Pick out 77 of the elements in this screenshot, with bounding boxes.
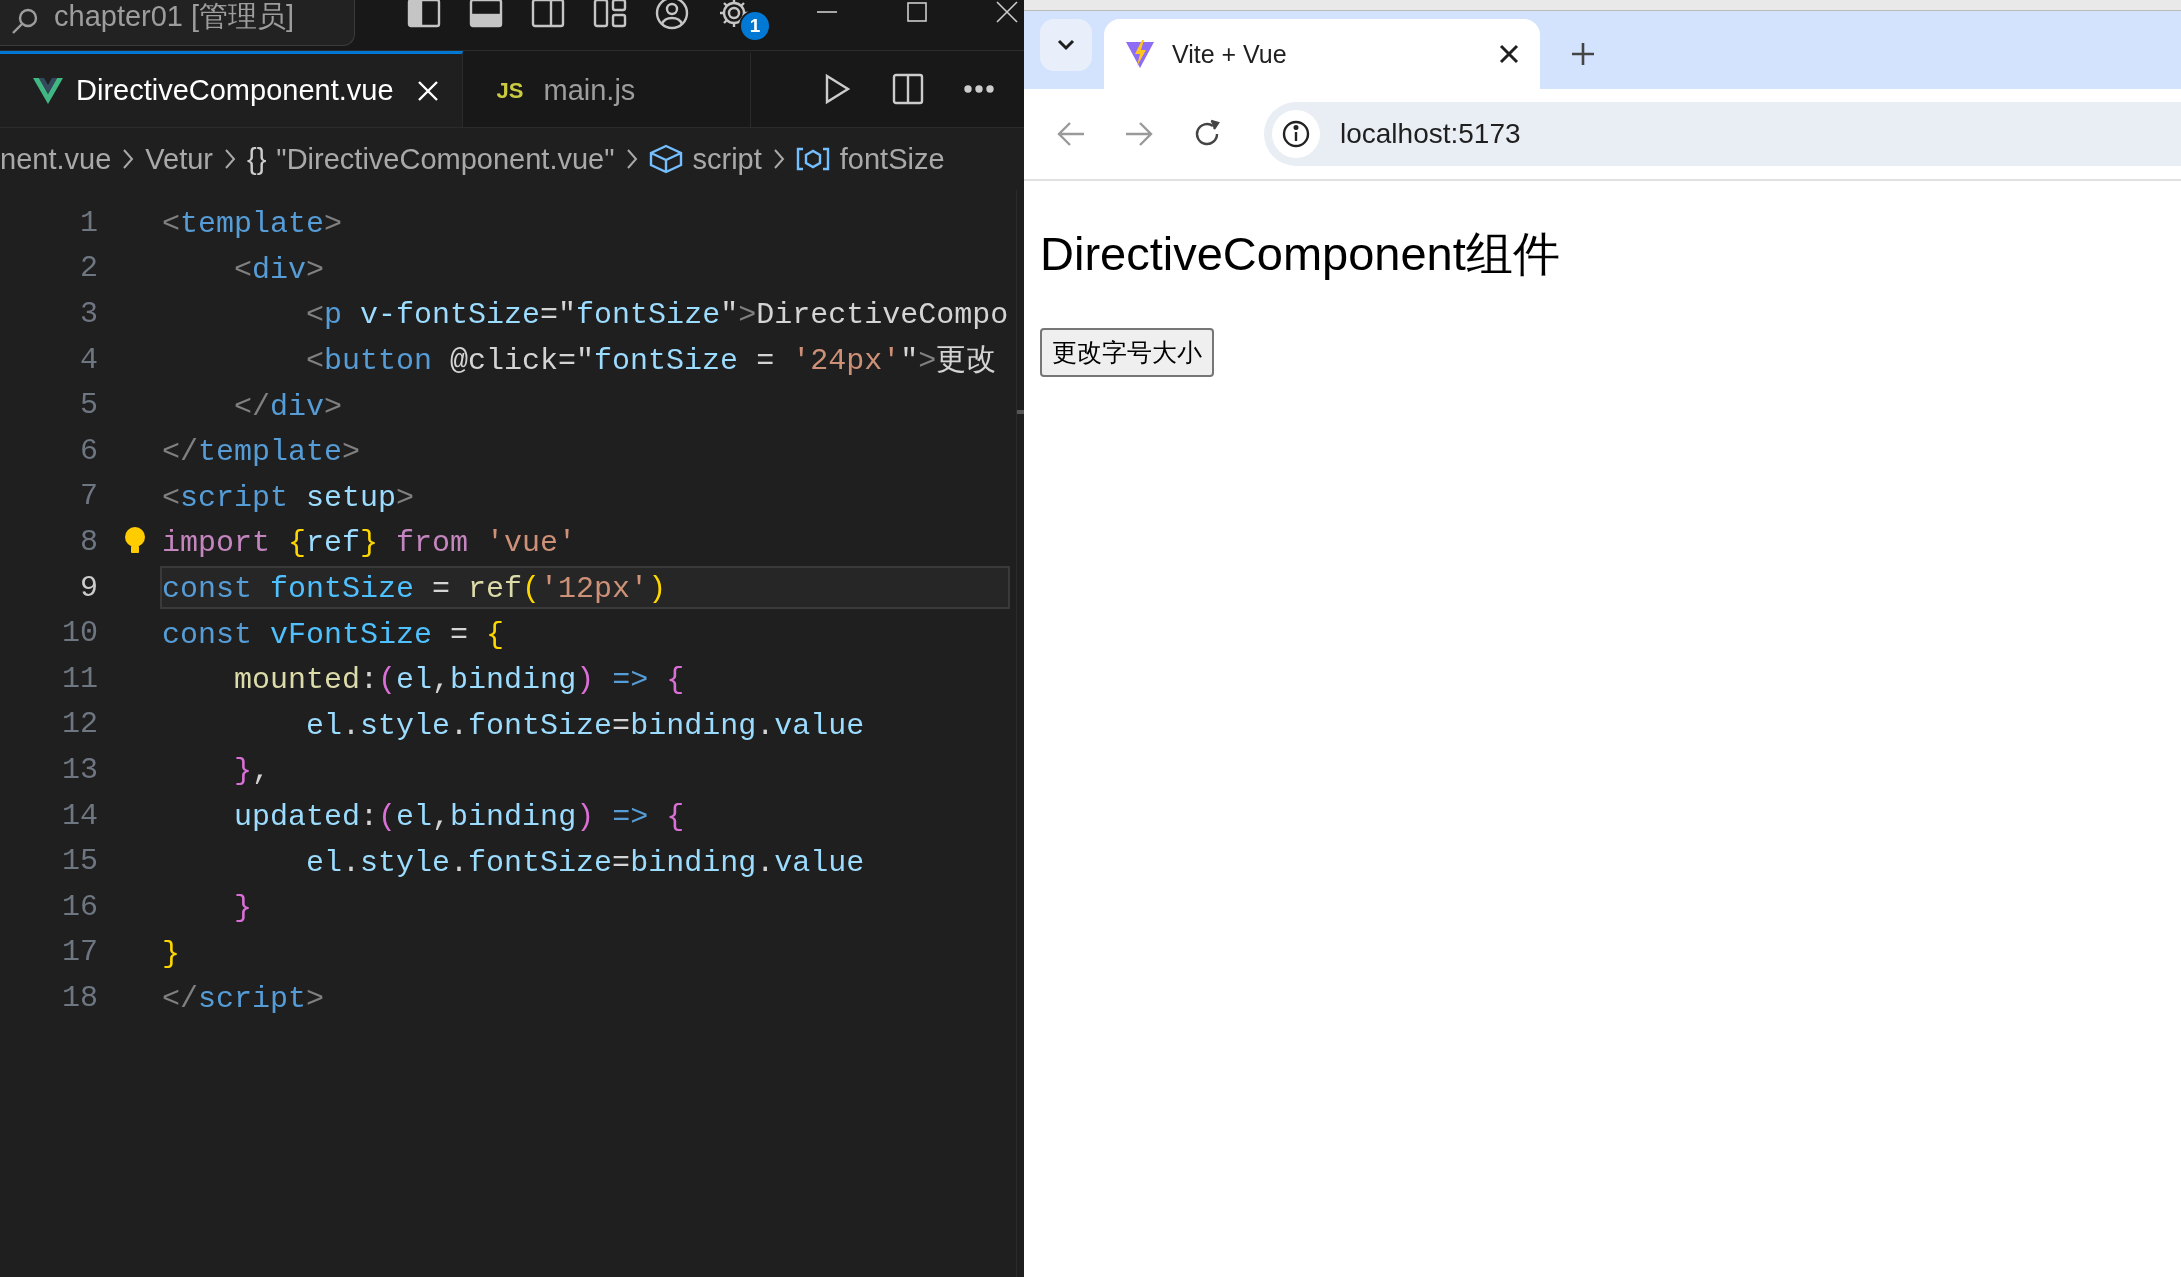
code-line: },: [233, 753, 272, 791]
chevron-down-icon[interactable]: [1056, 38, 1076, 52]
braces-icon: {}: [247, 142, 267, 176]
code-line: updated:(el,binding) => {: [233, 799, 686, 836]
new-tab-icon[interactable]: [1570, 41, 1596, 67]
line-number: 17: [61, 935, 98, 970]
breadcrumb-item[interactable]: script: [692, 142, 762, 176]
line-number: 15: [61, 844, 98, 879]
code-line: }: [161, 935, 181, 973]
code-line: </template>: [161, 434, 362, 472]
chevron-icon: [771, 147, 786, 171]
tab-list-button[interactable]: [1040, 19, 1092, 71]
js-icon: JS: [496, 77, 524, 104]
line-number: 16: [61, 889, 98, 924]
code-line: mounted:(el,binding) => {: [233, 662, 686, 700]
close-icon[interactable]: [1498, 43, 1520, 65]
breadcrumb-item[interactable]: "DirectiveComponent.vue": [276, 142, 615, 176]
line-number: 9: [79, 570, 98, 605]
info-icon[interactable]: [1281, 119, 1311, 149]
line-number: 10: [61, 616, 98, 651]
code-line: }: [233, 890, 253, 928]
vite-logo-icon: [1124, 38, 1156, 70]
tab-title: Vite + Vue: [1172, 39, 1288, 69]
line-number: 13: [61, 752, 98, 787]
page-heading: DirectiveComponent组件: [1040, 226, 1561, 282]
layout-icon[interactable]: [593, 0, 627, 28]
field-icon: [795, 146, 830, 172]
line-number: 7: [79, 479, 98, 514]
forward-icon[interactable]: [1124, 120, 1154, 148]
notification-badge: 1: [739, 10, 771, 42]
browser-tab[interactable]: Vite + Vue: [1104, 19, 1540, 89]
chevron-icon: [223, 147, 237, 171]
line-number: 14: [61, 798, 98, 833]
code-line: el.style.fontSize=binding.value: [305, 844, 866, 882]
code-line: <div>: [233, 251, 326, 289]
more-icon[interactable]: [964, 85, 994, 93]
address-bar[interactable]: localhost:5173: [1264, 102, 2181, 166]
tab-label: main.js: [543, 74, 636, 107]
line-number: 5: [79, 388, 98, 423]
code-line: el.style.fontSize=binding.value: [305, 707, 866, 745]
line-number: 6: [79, 433, 98, 468]
code-line: </div>: [233, 388, 344, 426]
tab-label: DirectiveComponent.vue: [76, 74, 394, 107]
breadcrumb-item[interactable]: nent.vue: [0, 142, 112, 176]
line-number: 4: [79, 342, 98, 377]
cube-icon: [648, 144, 683, 174]
line-number: 1: [79, 205, 98, 240]
change-size-button[interactable]: 更改字号大小: [1040, 328, 1214, 377]
close-icon[interactable]: [415, 78, 440, 103]
code-line: <button @click="fontSize = '24px'">更改: [305, 343, 998, 381]
split-editor-icon[interactable]: [892, 73, 924, 105]
chevron-icon: [121, 147, 136, 171]
code-line: <p v-fontSize="fontSize">DirectiveCompo: [305, 297, 1010, 335]
line-number: 2: [79, 251, 98, 286]
scrollbar[interactable]: [1016, 190, 1024, 1277]
line-number: 11: [61, 661, 98, 696]
chevron-icon: [624, 147, 639, 171]
line-number: 8: [79, 524, 98, 559]
panel-left-icon[interactable]: [407, 0, 441, 28]
maximize-icon[interactable]: [905, 0, 929, 24]
vue-logo-icon: [32, 76, 64, 105]
line-number: 12: [61, 707, 98, 742]
search-field[interactable]: chapter01 [管理员]: [0, 0, 355, 46]
panel-bottom-icon[interactable]: [469, 0, 503, 28]
panel-right-icon[interactable]: [531, 0, 565, 28]
back-icon[interactable]: [1056, 120, 1086, 148]
line-number: 3: [79, 297, 98, 331]
code-line: const vFontSize = {: [161, 616, 506, 654]
code-line: <script setup>: [161, 479, 416, 517]
code-line: </script>: [161, 981, 326, 1019]
breadcrumb-item[interactable]: fontSize: [839, 142, 945, 176]
line-number: 18: [61, 980, 98, 1015]
code-line: <template>: [161, 206, 344, 244]
code-line: import {ref} from 'vue': [160, 520, 1011, 564]
breadcrumb-item[interactable]: Vetur: [145, 142, 213, 176]
account-icon[interactable]: [655, 0, 689, 30]
editor-tab[interactable]: DirectiveComponent.vue: [0, 51, 463, 127]
